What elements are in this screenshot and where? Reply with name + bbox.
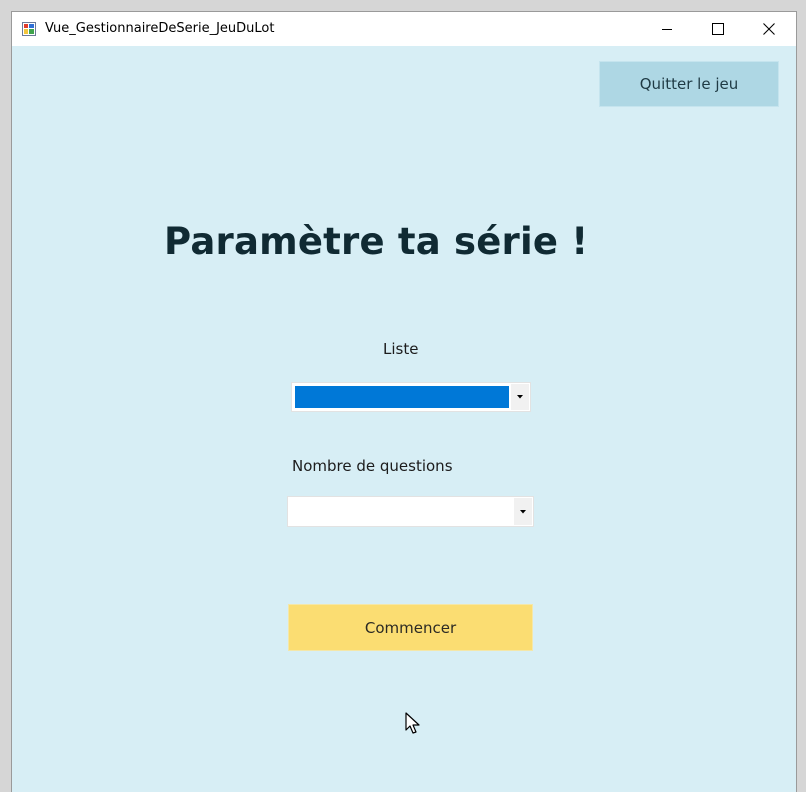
chevron-down-icon	[517, 395, 523, 399]
mouse-pointer-icon	[405, 712, 420, 734]
minimize-icon	[662, 29, 672, 30]
liste-combobox[interactable]	[291, 382, 531, 412]
maximize-button[interactable]	[695, 12, 741, 46]
form-area: Quitter le jeu Paramètre ta série ! List…	[12, 46, 796, 792]
page-title: Paramètre ta série !	[164, 220, 589, 263]
nombre-questions-dropdown-button[interactable]	[514, 498, 532, 525]
liste-dropdown-button[interactable]	[511, 384, 529, 410]
start-button[interactable]: Commencer	[288, 604, 533, 651]
quit-button[interactable]: Quitter le jeu	[599, 61, 779, 107]
liste-selected-value	[295, 386, 509, 408]
app-icon	[22, 22, 36, 36]
close-icon	[763, 23, 775, 35]
minimize-button[interactable]	[644, 12, 690, 46]
liste-label: Liste	[383, 340, 419, 358]
maximize-icon	[712, 23, 724, 35]
close-button[interactable]	[746, 12, 792, 46]
window-title: Vue_GestionnaireDeSerie_JeuDuLot	[45, 21, 275, 36]
title-bar[interactable]: Vue_GestionnaireDeSerie_JeuDuLot	[12, 12, 796, 46]
app-window: Vue_GestionnaireDeSerie_JeuDuLot Quitter…	[11, 11, 797, 792]
chevron-down-icon	[520, 509, 526, 513]
nombre-questions-label: Nombre de questions	[292, 457, 453, 475]
nombre-questions-combobox[interactable]	[287, 496, 534, 527]
